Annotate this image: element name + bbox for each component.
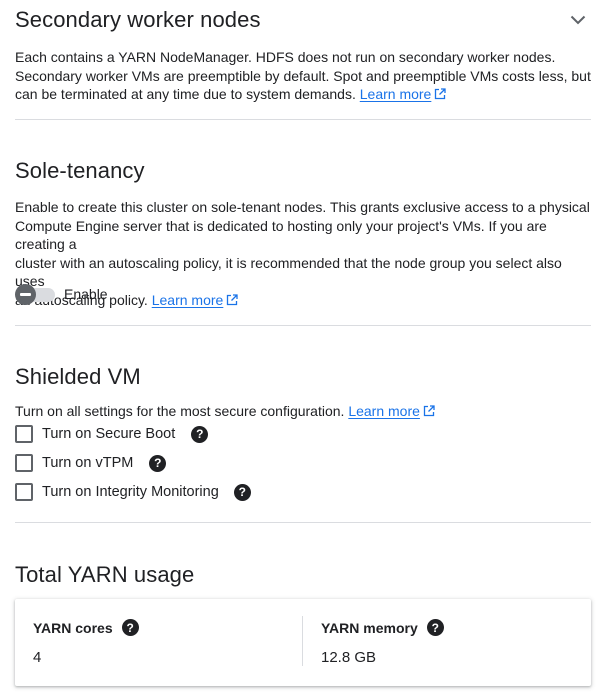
page: Secondary worker nodes Each contains a Y…: [0, 0, 605, 695]
secure-boot-checkbox[interactable]: [15, 425, 33, 443]
description-text: can be terminated at any time due to sys…: [15, 86, 356, 102]
description-line: can be terminated at any time due to sys…: [15, 85, 591, 104]
secondary-workers-title: Secondary worker nodes: [15, 7, 261, 32]
yarn-memory-metric: YARN memory ? 12.8 GB: [321, 619, 444, 666]
integrity-monitoring-option: Turn on Integrity Monitoring ?: [15, 482, 251, 502]
section-divider: [15, 325, 591, 326]
toggle-knob: [15, 284, 36, 305]
vtpm-checkbox[interactable]: [15, 454, 33, 472]
shielded-vm-description: Turn on all settings for the most secure…: [15, 402, 591, 421]
help-icon[interactable]: ?: [426, 619, 444, 636]
description-line: Each contains a YARN NodeManager. HDFS d…: [15, 49, 556, 65]
yarn-cores-metric: YARN cores ? 4: [33, 619, 139, 666]
secure-boot-label: Turn on Secure Boot: [42, 426, 176, 442]
help-icon[interactable]: ?: [121, 619, 139, 636]
sole-tenancy-toggle[interactable]: [15, 284, 55, 305]
yarn-cores-label: YARN cores: [33, 619, 113, 636]
sole-tenancy-title: Sole-tenancy: [15, 158, 145, 183]
description-line: Compute Engine server that is dedicated …: [15, 217, 547, 253]
sole-tenancy-toggle-label: Enable: [64, 286, 108, 302]
sole-tenancy-toggle-row: Enable: [15, 284, 108, 305]
integrity-monitoring-checkbox[interactable]: [15, 483, 33, 501]
external-link-icon: [227, 293, 238, 305]
external-link-icon: [435, 88, 446, 100]
help-icon[interactable]: ?: [149, 454, 167, 472]
learn-more-link-sole-tenancy[interactable]: Learn more: [152, 292, 224, 308]
shielded-vm-title: Shielded VM: [15, 364, 141, 389]
external-link-icon: [423, 405, 435, 417]
yarn-memory-header: YARN memory ?: [321, 619, 444, 636]
yarn-cores-value: 4: [33, 649, 42, 666]
description-line: Secondary worker VMs are preemptible by …: [15, 67, 591, 84]
secure-boot-option: Turn on Secure Boot ?: [15, 424, 209, 444]
yarn-memory-value: 12.8 GB: [321, 649, 377, 666]
chevron-down-icon[interactable]: [567, 9, 589, 31]
learn-more-link-secondary-workers[interactable]: Learn more: [360, 86, 432, 102]
yarn-cores-header: YARN cores ?: [33, 619, 139, 636]
vtpm-label: Turn on vTPM: [42, 455, 134, 471]
secondary-workers-description: Each contains a YARN NodeManager. HDFS d…: [15, 48, 591, 104]
section-divider: [15, 522, 591, 523]
yarn-usage-card: YARN cores ? 4 YARN memory ? 12.8 GB: [15, 599, 591, 686]
description-line: Enable to create this cluster on sole-te…: [15, 199, 590, 215]
help-icon[interactable]: ?: [191, 425, 209, 443]
yarn-memory-label: YARN memory: [321, 619, 418, 636]
vtpm-option: Turn on vTPM ?: [15, 453, 167, 473]
integrity-monitoring-label: Turn on Integrity Monitoring: [42, 484, 219, 500]
learn-more-link-shielded-vm[interactable]: Learn more: [348, 403, 420, 419]
help-icon[interactable]: ?: [233, 483, 251, 501]
secondary-workers-header[interactable]: Secondary worker nodes: [15, 6, 591, 34]
metric-divider: [302, 616, 303, 666]
yarn-usage-title: Total YARN usage: [15, 562, 195, 587]
section-divider: [15, 119, 591, 120]
description-text: Turn on all settings for the most secure…: [15, 403, 345, 419]
